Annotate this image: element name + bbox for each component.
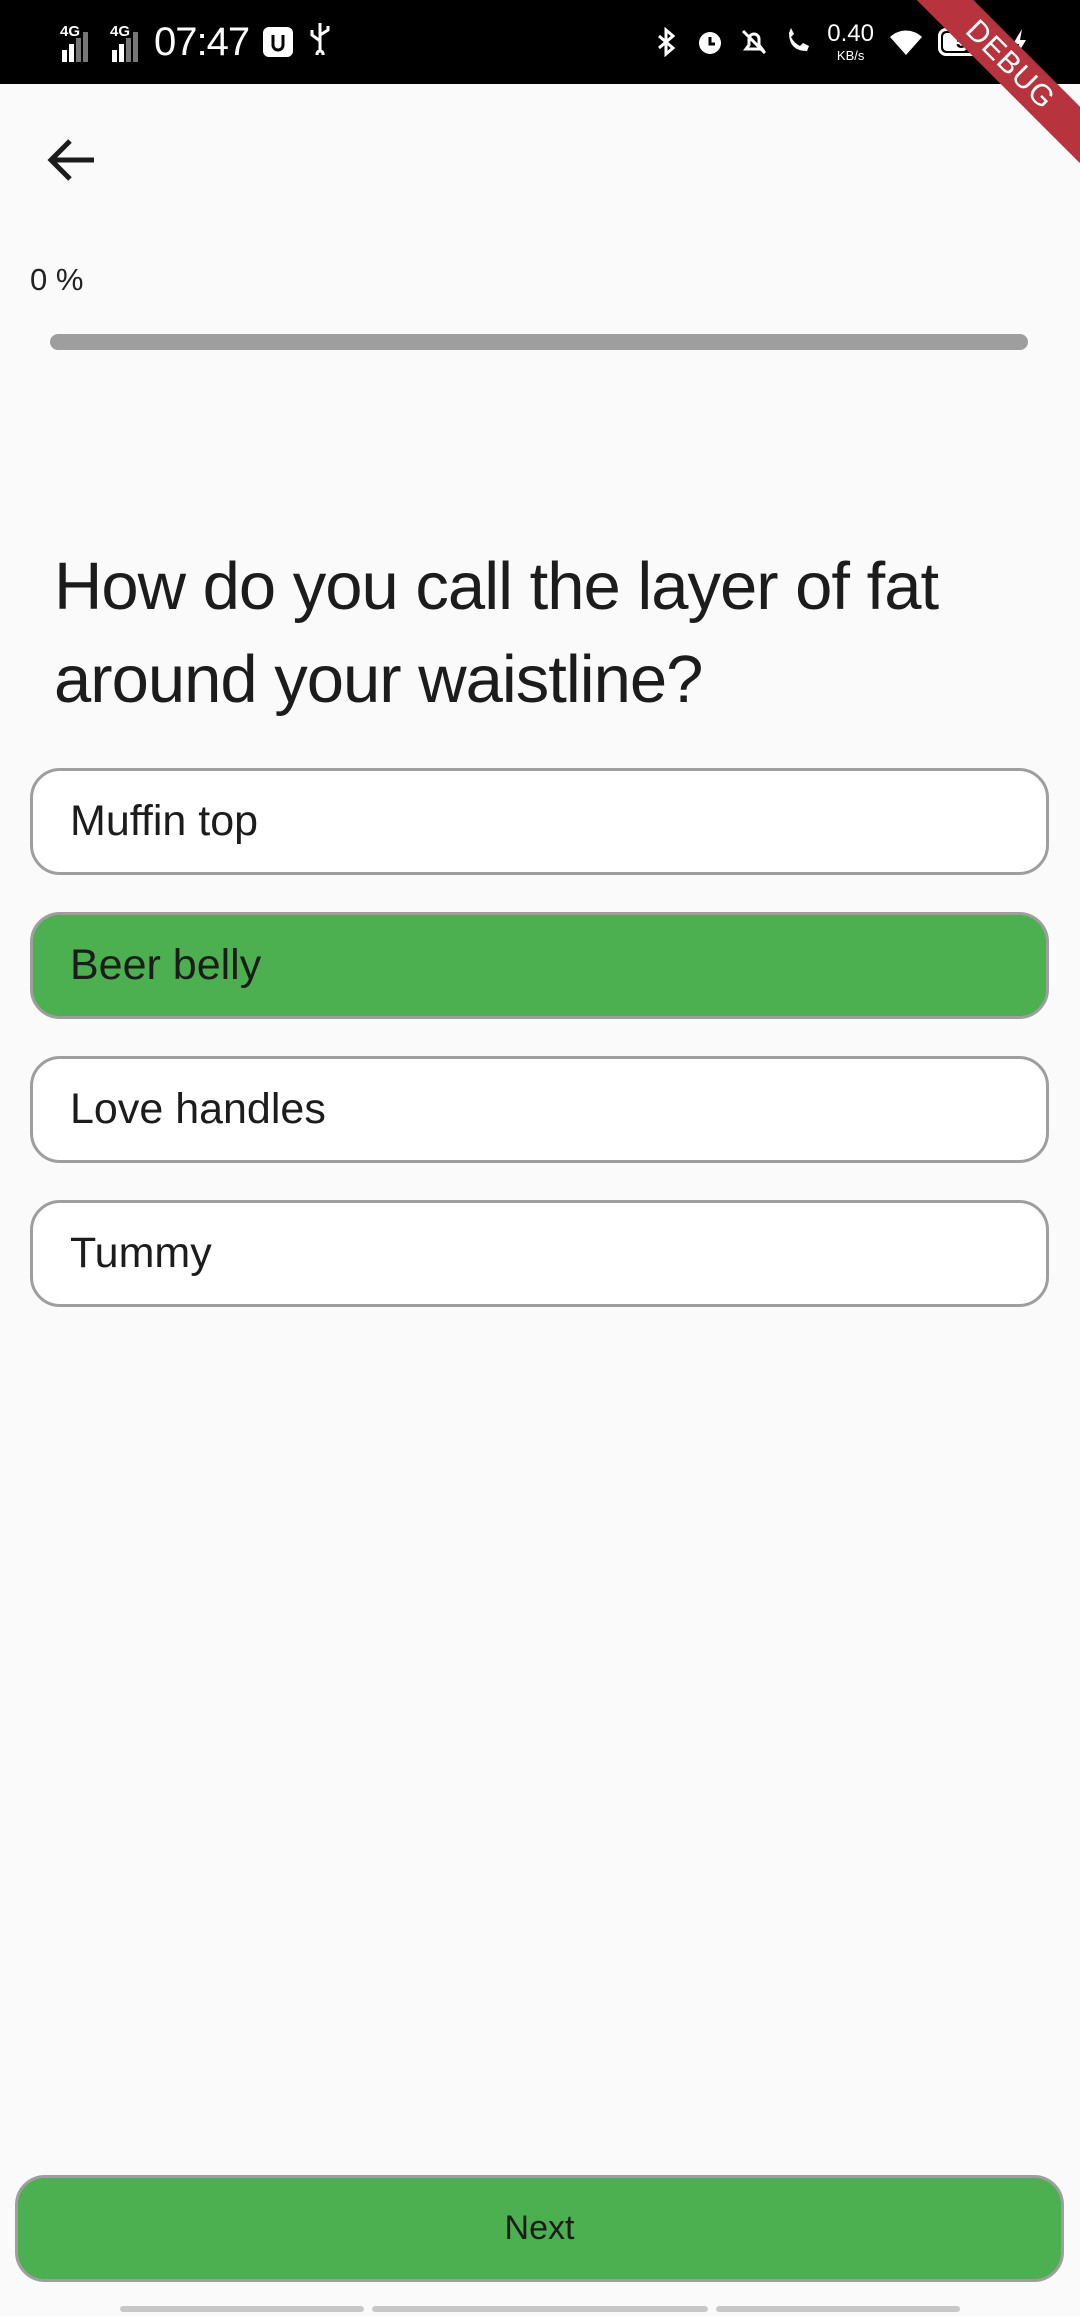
answer-option-label: Tummy: [70, 1229, 212, 1277]
arrow-back-icon: [47, 139, 94, 181]
back-button[interactable]: [30, 118, 114, 202]
alarm-icon: [695, 27, 725, 57]
status-time: 07:47: [154, 19, 250, 64]
answer-option-love-handles[interactable]: Love handles: [30, 1056, 1049, 1163]
answer-option-label: Love handles: [70, 1085, 326, 1133]
sim1-signal-icon: 4G: [58, 22, 88, 62]
network-speed-value: 0.40: [827, 20, 874, 47]
progress-label: 0 %: [30, 262, 84, 297]
network-speed: 0.40 KB/s: [827, 20, 874, 63]
answer-option-beer-belly[interactable]: Beer belly: [30, 912, 1049, 1019]
nav-bar-segment-left: [120, 2306, 364, 2312]
progress-bar: [50, 334, 1028, 350]
usb-icon: [307, 21, 333, 63]
sim1-network-type: 4G: [60, 23, 81, 40]
usb-debug-icon: [263, 27, 294, 57]
nav-bar-segment-right: [716, 2306, 960, 2312]
wifi-icon: [888, 27, 924, 57]
next-button[interactable]: Next: [15, 2175, 1064, 2282]
answer-option-label: Muffin top: [70, 797, 259, 845]
question-text: How do you call the layer of fat around …: [54, 549, 939, 717]
answer-option-label: Beer belly: [70, 941, 262, 989]
notifications-off-icon: [739, 27, 769, 57]
answer-option-muffin-top[interactable]: Muffin top: [30, 768, 1049, 875]
status-bar-left: 4G 4G 07:47: [58, 0, 333, 84]
wifi-calling-icon: [783, 27, 813, 57]
answer-options: Muffin top Beer belly Love handles Tummy: [30, 768, 1049, 1344]
next-button-label: Next: [504, 2209, 575, 2247]
status-bar: 4G 4G 07:47 0.40 KB/s: [0, 0, 1080, 84]
quiz-screen: 4G 4G 07:47 0.40 KB/s DEBUG 0 % How do y…: [0, 0, 1080, 2316]
answer-option-tummy[interactable]: Tummy: [30, 1200, 1049, 1307]
sim2-network-type: 4G: [110, 23, 131, 40]
nav-bar-segment-center: [372, 2306, 708, 2312]
bluetooth-icon: [651, 26, 681, 58]
network-speed-unit: KB/s: [836, 48, 865, 63]
sim2-signal-icon: 4G: [108, 22, 138, 62]
